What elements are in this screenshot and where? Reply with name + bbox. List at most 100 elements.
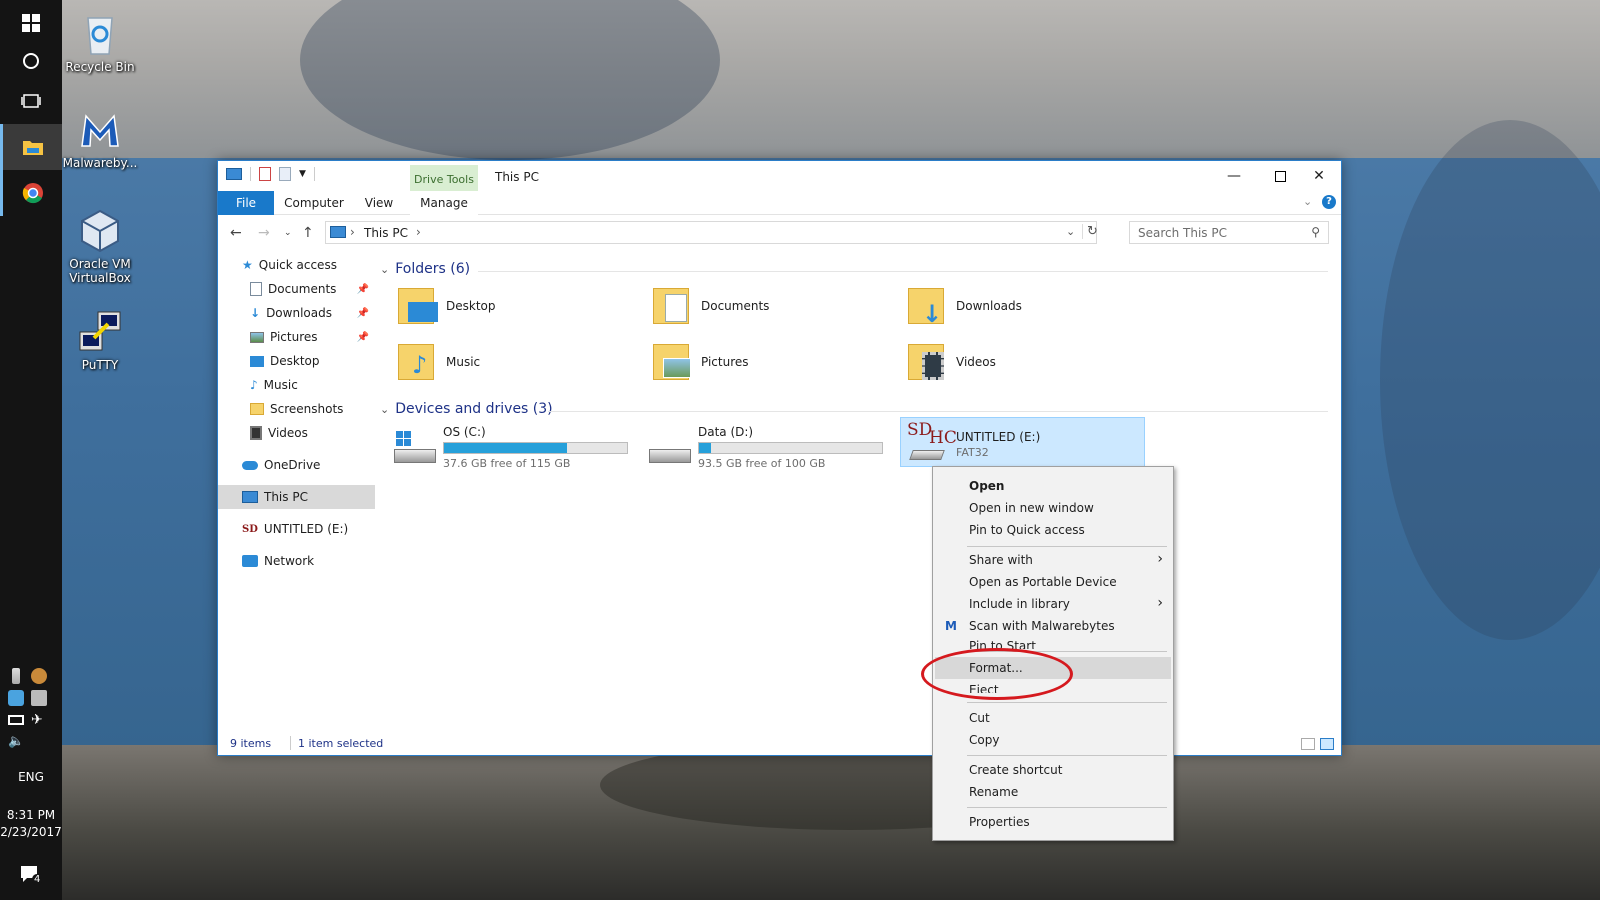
usb-icon[interactable] bbox=[12, 668, 20, 684]
menu-open[interactable]: Open bbox=[935, 475, 1171, 497]
nav-this-pc[interactable]: This PC bbox=[218, 485, 375, 509]
devices-group-header[interactable]: ⌄ Devices and drives (3) bbox=[380, 401, 553, 417]
nav-videos[interactable]: Videos bbox=[218, 421, 375, 445]
desktop-icon-malwarebytes[interactable]: Malwareby... bbox=[62, 106, 138, 170]
menu-label: Include in library bbox=[969, 597, 1070, 611]
taskbar-file-explorer[interactable] bbox=[0, 124, 62, 170]
recent-locations-button[interactable]: ⌄ bbox=[284, 228, 292, 238]
nav-onedrive[interactable]: OneDrive bbox=[218, 453, 375, 477]
menu-share-with[interactable]: Share with › bbox=[935, 549, 1171, 571]
drive-data-d[interactable]: Data (D:) 93.5 GB free of 100 GB bbox=[643, 421, 888, 471]
forward-button[interactable]: → bbox=[258, 225, 270, 241]
menu-cut[interactable]: Cut bbox=[935, 707, 1171, 729]
address-dropdown-icon[interactable]: ⌄ bbox=[1066, 225, 1075, 238]
menu-copy[interactable]: Copy bbox=[935, 729, 1171, 751]
drive-filesystem: FAT32 bbox=[956, 446, 989, 459]
breadcrumb-chevron-icon[interactable]: › bbox=[416, 225, 421, 239]
nav-pictures[interactable]: Pictures 📌 bbox=[218, 325, 375, 349]
nav-music[interactable]: ♪ Music bbox=[218, 373, 375, 397]
system-tray-icons: ✈ 🔈 bbox=[8, 668, 54, 750]
large-icons-view-icon[interactable] bbox=[1320, 738, 1334, 750]
tab-manage[interactable]: Manage bbox=[410, 191, 478, 215]
nav-quick-access[interactable]: ★ Quick access bbox=[218, 253, 375, 277]
menu-create-shortcut[interactable]: Create shortcut bbox=[935, 759, 1171, 781]
folder-pictures[interactable]: Pictures bbox=[653, 337, 893, 387]
desktop-icon-putty[interactable]: PuTTY bbox=[62, 308, 138, 372]
menu-open-portable-device[interactable]: Open as Portable Device bbox=[935, 571, 1171, 593]
music-folder-icon: ♪ bbox=[398, 340, 438, 384]
menu-separator bbox=[967, 755, 1167, 756]
address-bar[interactable]: › This PC › ⌄ ↻ bbox=[325, 221, 1098, 244]
clock-date[interactable]: 2/23/2017 bbox=[0, 825, 62, 839]
folder-documents[interactable]: Documents bbox=[653, 281, 893, 331]
menu-include-library[interactable]: Include in library › bbox=[935, 593, 1171, 615]
folder-label: Pictures bbox=[701, 355, 749, 369]
window-title: This PC bbox=[495, 170, 539, 184]
display-tray-icon[interactable] bbox=[31, 690, 47, 706]
navigation-bar: ← → ⌄ ↑ › This PC › ⌄ ↻ Search This PC ⚲ bbox=[218, 217, 1341, 249]
menu-rename[interactable]: Rename bbox=[935, 781, 1171, 803]
new-folder-qat-icon[interactable] bbox=[279, 167, 291, 181]
search-placeholder: Search This PC bbox=[1138, 226, 1227, 240]
details-view-icon[interactable] bbox=[1301, 738, 1315, 750]
menu-open-new-window[interactable]: Open in new window bbox=[935, 497, 1171, 519]
this-pc-small-icon[interactable] bbox=[226, 168, 242, 180]
nav-untitled-drive[interactable]: SD UNTITLED (E:) bbox=[218, 517, 375, 541]
recycle-bin-icon bbox=[76, 10, 124, 58]
desktop-icon-virtualbox[interactable]: Oracle VM VirtualBox bbox=[62, 207, 138, 285]
menu-properties[interactable]: Properties bbox=[935, 811, 1171, 833]
clock-time[interactable]: 8:31 PM bbox=[0, 808, 62, 822]
breadcrumb-chevron-icon[interactable]: › bbox=[350, 225, 355, 239]
taskbar-chrome[interactable] bbox=[0, 170, 62, 216]
folder-desktop[interactable]: Desktop bbox=[398, 281, 638, 331]
desktop-icon-label: PuTTY bbox=[81, 358, 119, 372]
folder-videos[interactable]: Videos bbox=[908, 337, 1148, 387]
expand-ribbon-icon[interactable]: ⌄ bbox=[1303, 195, 1312, 208]
nav-label: UNTITLED (E:) bbox=[263, 522, 349, 536]
nav-label: Pictures bbox=[270, 330, 318, 344]
refresh-icon[interactable]: ↻ bbox=[1082, 224, 1098, 239]
nav-desktop[interactable]: Desktop bbox=[218, 349, 375, 373]
properties-qat-icon[interactable] bbox=[259, 167, 271, 181]
folder-downloads[interactable]: ↓ Downloads bbox=[908, 281, 1148, 331]
nav-documents[interactable]: Documents 📌 bbox=[218, 277, 375, 301]
menu-pin-quick-access[interactable]: Pin to Quick access bbox=[935, 519, 1171, 541]
menu-pin-start[interactable]: Pin to Start bbox=[935, 635, 1171, 649]
folder-label: Videos bbox=[956, 355, 996, 369]
drive-os-c[interactable]: OS (C:) 37.6 GB free of 115 GB bbox=[388, 421, 633, 471]
menu-separator bbox=[967, 807, 1167, 808]
nav-screenshots[interactable]: Screenshots bbox=[218, 397, 375, 421]
help-icon[interactable]: ? bbox=[1322, 195, 1336, 209]
volume-icon[interactable]: 🔈 bbox=[8, 734, 24, 750]
folders-group-header[interactable]: ⌄ Folders (6) bbox=[380, 261, 470, 277]
drive-untitled-e[interactable]: SD HC UNTITLED (E:) FAT32 bbox=[900, 417, 1145, 467]
tab-file[interactable]: File bbox=[218, 191, 274, 215]
tab-computer[interactable]: Computer bbox=[278, 191, 350, 215]
customize-qat-icon[interactable]: ▼ bbox=[299, 169, 306, 179]
battery-icon[interactable] bbox=[8, 715, 24, 725]
nav-label: Screenshots bbox=[270, 402, 344, 416]
back-button[interactable]: ← bbox=[230, 225, 242, 241]
folder-music[interactable]: ♪ Music bbox=[398, 337, 638, 387]
pin-icon: 📌 bbox=[356, 331, 369, 343]
airplane-mode-icon[interactable]: ✈ bbox=[31, 712, 47, 728]
task-view-button[interactable] bbox=[0, 78, 62, 124]
menu-scan-malwarebytes[interactable]: M Scan with Malwarebytes bbox=[935, 615, 1171, 637]
network-tray-icon[interactable] bbox=[8, 690, 24, 706]
breadcrumb-this-pc[interactable]: This PC bbox=[364, 226, 408, 240]
pictures-icon bbox=[250, 331, 264, 343]
close-button[interactable]: ✕ bbox=[1296, 161, 1342, 191]
action-center-button[interactable]: 4 bbox=[0, 852, 62, 898]
tab-view[interactable]: View bbox=[356, 191, 402, 215]
desktop-icon-recycle-bin[interactable]: Recycle Bin bbox=[62, 10, 138, 74]
language-indicator[interactable]: ENG bbox=[0, 770, 62, 784]
documents-icon bbox=[250, 282, 262, 296]
nav-network[interactable]: Network bbox=[218, 549, 375, 573]
minimize-button[interactable]: — bbox=[1211, 161, 1257, 191]
search-input[interactable]: Search This PC ⚲ bbox=[1129, 221, 1329, 244]
up-button[interactable]: ↑ bbox=[302, 225, 314, 241]
drive-free-space: 93.5 GB free of 100 GB bbox=[698, 457, 826, 470]
separator bbox=[250, 167, 251, 181]
app-tray-icon[interactable] bbox=[31, 668, 47, 684]
nav-downloads[interactable]: ↓ Downloads 📌 bbox=[218, 301, 375, 325]
